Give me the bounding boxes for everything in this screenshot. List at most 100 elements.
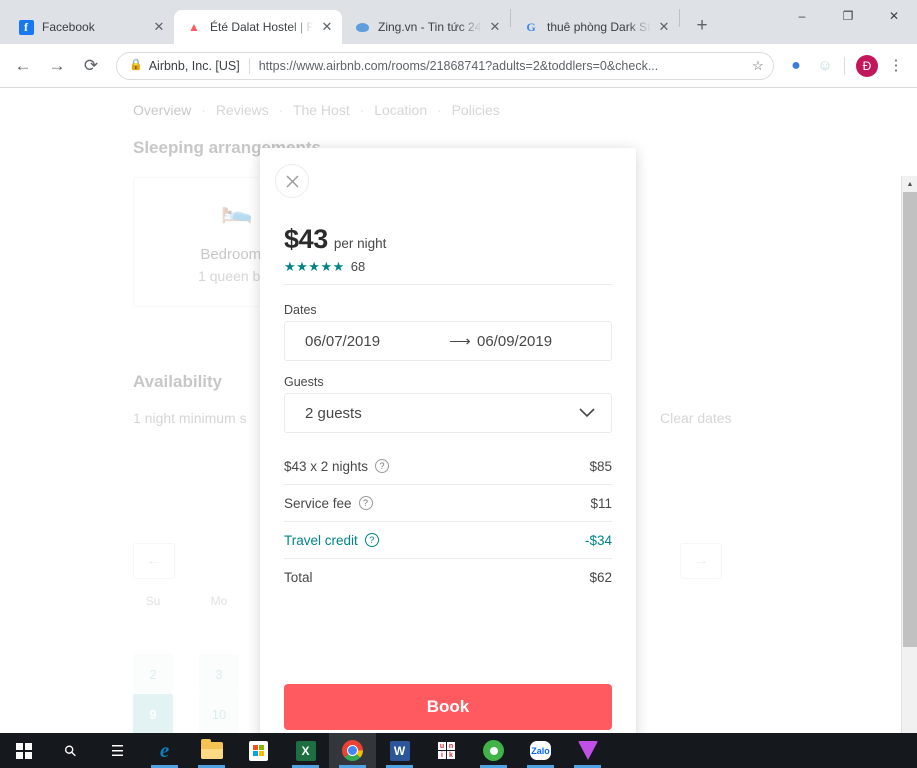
maximize-button[interactable]: ❐ — [825, 0, 871, 32]
breakdown-label-wrap: Total — [284, 570, 313, 585]
file-explorer-button[interactable] — [188, 733, 235, 768]
new-tab-button[interactable]: + — [688, 12, 716, 40]
scroll-up-icon[interactable]: ▲ — [902, 176, 917, 192]
tab-close-icon[interactable]: ✕ — [318, 18, 336, 36]
scrollbar-thumb[interactable] — [903, 192, 917, 647]
check-out-input[interactable]: 06/09/2019 — [477, 333, 552, 350]
breakdown-label-wrap: Travel credit ? — [284, 533, 379, 548]
dates-input-group[interactable]: 06/07/2019 ⟶ 06/09/2019 — [284, 321, 612, 361]
price-breakdown: $43 x 2 nights ? $85 Service fee ? $11 T… — [284, 448, 612, 596]
arrow-right-icon: ⟶ — [449, 333, 471, 350]
coccoc-icon — [483, 740, 504, 761]
modal-rating[interactable]: ★★★★★ 68 — [284, 259, 365, 274]
word-icon: W — [389, 740, 410, 761]
tab-divider — [679, 9, 680, 27]
maps-button[interactable] — [564, 733, 611, 768]
nav-sep: · — [201, 102, 206, 118]
guests-label: Guests — [284, 375, 324, 389]
chrome-button[interactable] — [329, 733, 376, 768]
calendar-prev-month-icon[interactable]: ← — [133, 543, 175, 579]
zalo-icon: Zalo — [530, 741, 551, 760]
dates-label: Dates — [284, 303, 317, 317]
calendar-day[interactable]: 10 — [199, 694, 239, 733]
close-icon[interactable] — [275, 164, 309, 198]
omnibox-divider — [248, 57, 250, 74]
page-scrollbar[interactable]: ▲ ▼ — [901, 176, 917, 733]
tab-title: Zing.vn - Tin tức 24 — [378, 20, 482, 34]
chrome-menu-icon[interactable]: ⋮ — [883, 53, 909, 79]
coccoc-button[interactable] — [470, 733, 517, 768]
word-button[interactable]: W — [376, 733, 423, 768]
window-controls: – ❐ ✕ — [779, 0, 917, 32]
modal-review-count: 68 — [350, 259, 366, 274]
toolbar-divider — [844, 56, 845, 75]
bookmark-star-icon[interactable]: ☆ — [747, 55, 769, 77]
search-icon: ⚲ — [60, 740, 81, 761]
calendar-day[interactable]: 2 — [133, 654, 173, 694]
breakdown-label: Total — [284, 570, 313, 585]
calendar-day — [133, 614, 173, 654]
calendar-day-selected[interactable]: 9 — [133, 694, 173, 733]
help-icon[interactable]: ? — [358, 496, 373, 510]
folder-icon — [200, 739, 223, 759]
tab-zing[interactable]: Zing.vn - Tin tức 24 ✕ — [342, 10, 510, 44]
breakdown-label[interactable]: Travel credit — [284, 533, 358, 548]
windows-logo-icon — [15, 742, 32, 759]
minimize-button[interactable]: – — [779, 0, 825, 32]
tab-google-search[interactable]: G thuê phòng Dark St ✕ — [511, 10, 679, 44]
help-icon[interactable]: ? — [375, 459, 390, 473]
breakdown-value: $62 — [589, 570, 612, 585]
task-view-button[interactable]: ☰ — [94, 733, 141, 768]
nav-overview[interactable]: Overview — [133, 102, 191, 118]
tab-airbnb[interactable]: ▲ Été Dalat Hostel | Fr ✕ — [174, 10, 342, 44]
nav-reviews[interactable]: Reviews — [216, 102, 269, 118]
tab-facebook[interactable]: f Facebook ✕ — [6, 10, 174, 44]
forward-icon[interactable]: → — [42, 51, 72, 81]
breakdown-row: $43 x 2 nights ? $85 — [284, 448, 612, 485]
unikey-icon: unik — [438, 742, 455, 759]
store-icon — [249, 740, 268, 761]
edge-button[interactable]: e — [141, 733, 188, 768]
address-bar[interactable]: 🔒 Airbnb, Inc. [US] https://www.airbnb.c… — [116, 51, 774, 80]
check-in-input[interactable]: 06/07/2019 — [305, 333, 443, 350]
search-button[interactable]: ⚲ — [47, 733, 94, 768]
excel-button[interactable]: X — [282, 733, 329, 768]
book-button[interactable]: Book — [284, 684, 612, 730]
tab-title: thuê phòng Dark St — [547, 20, 651, 34]
calendar-next-month-icon[interactable]: → — [680, 543, 722, 579]
unikey-button[interactable]: unik — [423, 733, 470, 768]
breakdown-label-wrap: $43 x 2 nights ? — [284, 459, 390, 474]
microsoft-store-button[interactable] — [235, 733, 282, 768]
dow-su: Su — [145, 594, 161, 608]
modal-price-unit: per night — [333, 236, 387, 251]
airbnb-icon: ▲ — [188, 20, 200, 34]
breakdown-label-wrap: Service fee ? — [284, 496, 373, 511]
tab-close-icon[interactable]: ✕ — [486, 18, 504, 36]
breakdown-row: Service fee ? $11 — [284, 485, 612, 522]
zalo-button[interactable]: Zalo — [517, 733, 564, 768]
shield-icon[interactable]: ● — [783, 53, 809, 79]
calendar-day[interactable]: 3 — [199, 654, 239, 694]
nav-the-host[interactable]: The Host — [293, 102, 350, 118]
reload-icon[interactable]: ⟳ — [76, 51, 106, 81]
close-window-button[interactable]: ✕ — [871, 0, 917, 32]
availability-title: Availability — [133, 372, 223, 391]
guests-select[interactable]: 2 guests — [284, 393, 612, 433]
modal-price-amount: $43 — [284, 224, 328, 254]
browser-toolbar: ← → ⟳ 🔒 Airbnb, Inc. [US] https://www.ai… — [0, 44, 917, 88]
url-text[interactable]: https://www.airbnb.com/rooms/21868741?ad… — [259, 59, 747, 73]
chrome-icon — [342, 740, 363, 761]
tab-close-icon[interactable]: ✕ — [655, 18, 673, 36]
nav-location[interactable]: Location — [374, 102, 427, 118]
nav-sep: · — [437, 102, 442, 118]
clear-dates-link[interactable]: Clear dates — [660, 410, 732, 426]
start-button[interactable] — [0, 733, 47, 768]
task-view-icon: ☰ — [110, 742, 125, 760]
tab-close-icon[interactable]: ✕ — [150, 18, 168, 36]
nav-policies[interactable]: Policies — [452, 102, 500, 118]
help-icon[interactable]: ? — [364, 533, 379, 547]
lock-icon: 🔒 — [129, 59, 143, 71]
ghostery-icon[interactable]: ☺ — [812, 53, 838, 79]
back-icon[interactable]: ← — [8, 51, 38, 81]
profile-avatar[interactable]: Đ — [854, 53, 880, 79]
